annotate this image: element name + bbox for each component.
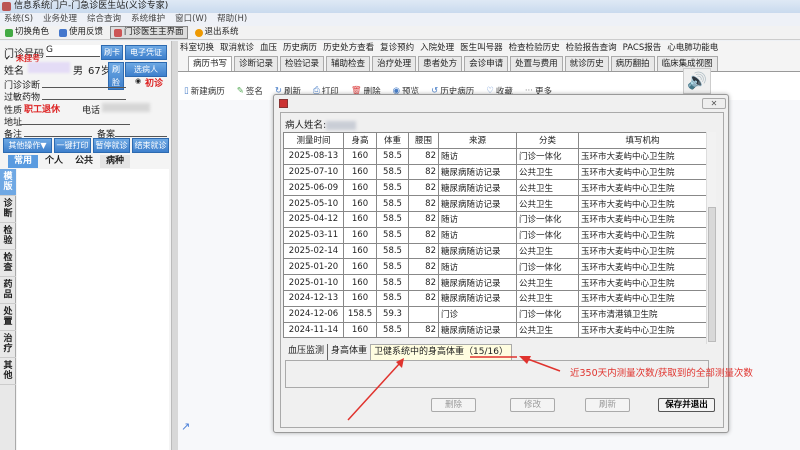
annotation-arrows xyxy=(347,356,561,421)
annotation-text: 近350天内测量次数/获取到的全部测量次数 xyxy=(570,368,753,379)
arrow-line xyxy=(347,362,401,421)
arrow-line xyxy=(524,357,561,372)
